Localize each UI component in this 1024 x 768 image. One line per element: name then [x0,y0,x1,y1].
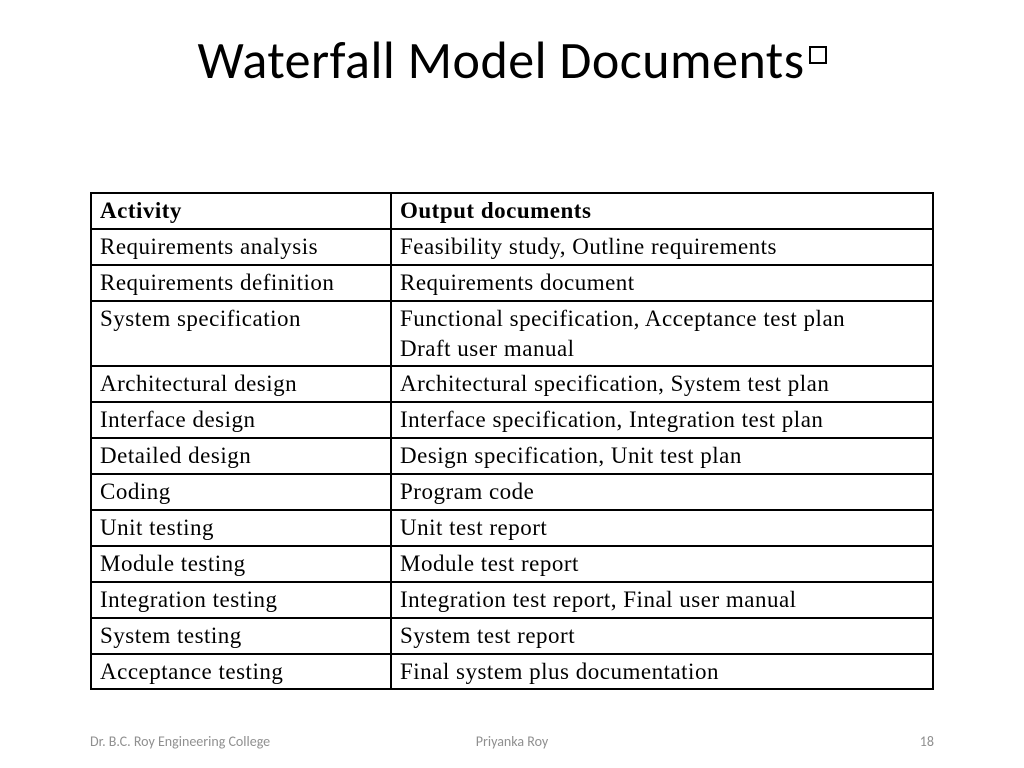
col-header-output: Output documents [391,193,933,229]
cell-activity: Integration testing [91,582,391,618]
cell-output: Final system plus documentation [391,654,933,690]
slide-footer: Dr. B.C. Roy Engineering College Priyank… [90,733,934,750]
cell-output: System test report [391,618,933,654]
footer-right: 18 [920,733,934,750]
cell-activity: Requirements analysis [91,229,391,265]
table-header-row: Activity Output documents [91,193,933,229]
footer-left: Dr. B.C. Roy Engineering College [90,733,270,750]
documents-table: Activity Output documents Requirements a… [90,192,934,690]
table-row: Interface designInterface specification,… [91,402,933,438]
table-row: Acceptance testingFinal system plus docu… [91,654,933,690]
cell-output: Requirements document [391,265,933,301]
cell-output: Integration test report, Final user manu… [391,582,933,618]
table-row: Unit testingUnit test report [91,510,933,546]
cell-activity: System testing [91,618,391,654]
cell-activity: Coding [91,474,391,510]
table-row: Module testingModule test report [91,546,933,582]
cell-output: Design specification, Unit test plan [391,438,933,474]
cell-output: Program code [391,474,933,510]
table-row: Requirements definitionRequirements docu… [91,265,933,301]
cell-activity: Acceptance testing [91,654,391,690]
slide: Waterfall Model Documents Activity Outpu… [0,0,1024,768]
cell-output: Module test report [391,546,933,582]
cell-activity: Detailed design [91,438,391,474]
cell-activity: System specification [91,301,391,367]
table-row: Detailed designDesign specification, Uni… [91,438,933,474]
cell-activity: Module testing [91,546,391,582]
table-row: System testingSystem test report [91,618,933,654]
cell-output: Interface specification, Integration tes… [391,402,933,438]
cell-activity: Interface design [91,402,391,438]
col-header-activity: Activity [91,193,391,229]
cell-output: Feasibility study, Outline requirements [391,229,933,265]
table-row: Requirements analysisFeasibility study, … [91,229,933,265]
cell-output: Architectural specification, System test… [391,366,933,402]
table-row: Integration testingIntegration test repo… [91,582,933,618]
cell-output: Unit test report [391,510,933,546]
table-row: Architectural designArchitectural specif… [91,366,933,402]
cell-output: Functional specification, Acceptance tes… [391,301,933,367]
cell-activity: Requirements definition [91,265,391,301]
cell-activity: Architectural design [91,366,391,402]
slide-title: Waterfall Model Documents [90,28,934,92]
title-text: Waterfall Model Documents [197,28,804,92]
table-row: System specificationFunctional specifica… [91,301,933,367]
table-row: CodingProgram code [91,474,933,510]
title-marker-icon [809,46,827,64]
cell-activity: Unit testing [91,510,391,546]
